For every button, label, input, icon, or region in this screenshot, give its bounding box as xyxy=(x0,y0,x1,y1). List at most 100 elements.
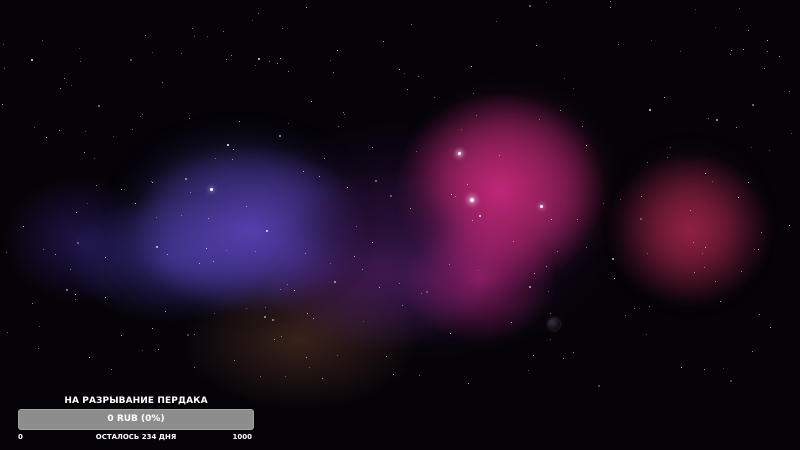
star xyxy=(670,147,671,148)
star xyxy=(233,149,234,150)
bright-star xyxy=(458,152,461,155)
star xyxy=(121,335,122,336)
star xyxy=(324,158,325,159)
star xyxy=(434,97,435,98)
star xyxy=(560,110,561,111)
star xyxy=(789,91,790,92)
star xyxy=(156,217,157,218)
star xyxy=(287,284,288,285)
star xyxy=(71,85,72,86)
star xyxy=(418,76,419,77)
nebula-background: НА РАЗРЫВАНИЕ ПЕРДАКА 0 RUB (0%) 0 ОСТАЛ… xyxy=(0,0,800,450)
star xyxy=(337,355,338,356)
star xyxy=(75,294,76,295)
star xyxy=(330,60,331,61)
star xyxy=(573,352,574,353)
star xyxy=(252,20,253,21)
star xyxy=(383,41,384,42)
star xyxy=(550,313,551,314)
star xyxy=(152,182,153,183)
star xyxy=(305,253,306,254)
star xyxy=(461,129,462,130)
star xyxy=(758,249,759,250)
star xyxy=(181,53,182,54)
star xyxy=(192,28,193,29)
star xyxy=(194,36,195,37)
bright-star xyxy=(470,198,474,202)
star xyxy=(7,332,8,333)
star xyxy=(255,251,256,252)
star xyxy=(529,286,531,288)
star xyxy=(705,247,706,248)
star xyxy=(791,133,792,134)
star xyxy=(167,254,168,255)
star xyxy=(260,376,261,377)
star xyxy=(130,59,132,61)
star xyxy=(80,61,81,62)
star xyxy=(479,215,481,217)
star xyxy=(618,44,619,45)
nebula-dust-dark xyxy=(300,180,450,270)
star xyxy=(450,333,451,334)
star xyxy=(354,256,355,257)
planet xyxy=(548,318,560,330)
star xyxy=(156,246,158,248)
star xyxy=(189,118,190,119)
star xyxy=(649,306,650,307)
star xyxy=(274,339,275,340)
star xyxy=(246,308,247,309)
star xyxy=(362,269,363,270)
star xyxy=(681,367,682,368)
star xyxy=(393,374,394,375)
star xyxy=(407,89,408,90)
star xyxy=(693,242,694,243)
star xyxy=(185,178,187,180)
star xyxy=(529,5,531,7)
star xyxy=(152,328,153,329)
star xyxy=(667,157,668,158)
star xyxy=(534,273,535,274)
star xyxy=(754,249,755,250)
star xyxy=(264,316,266,318)
star xyxy=(731,50,732,51)
goal-title: НА РАЗРЫВАНИЕ ПЕРДАКА xyxy=(64,396,208,406)
star xyxy=(31,59,33,61)
star xyxy=(399,283,400,284)
star xyxy=(620,199,621,200)
star xyxy=(140,116,141,117)
star xyxy=(379,287,380,288)
star xyxy=(4,68,5,69)
star xyxy=(187,334,189,336)
star xyxy=(288,123,289,124)
nebula-dust-pink xyxy=(430,110,590,260)
star xyxy=(89,357,90,358)
star xyxy=(730,380,732,382)
star xyxy=(372,147,373,148)
star xyxy=(213,261,214,262)
star xyxy=(767,40,768,41)
star xyxy=(343,112,344,113)
star xyxy=(736,127,737,128)
star xyxy=(499,155,500,156)
star xyxy=(752,351,753,352)
star xyxy=(113,136,114,137)
star xyxy=(712,181,713,182)
star xyxy=(789,225,790,226)
star xyxy=(194,367,195,368)
star xyxy=(739,8,740,9)
star xyxy=(715,281,716,282)
star xyxy=(694,272,695,273)
star xyxy=(306,7,307,8)
star xyxy=(770,327,771,328)
star xyxy=(231,55,232,56)
star xyxy=(105,297,106,298)
star xyxy=(87,203,88,204)
star xyxy=(533,355,534,356)
star xyxy=(85,131,86,132)
star xyxy=(255,65,256,66)
star xyxy=(715,27,716,28)
star xyxy=(319,176,320,177)
star xyxy=(6,252,7,253)
star xyxy=(695,9,696,10)
star xyxy=(239,121,240,122)
